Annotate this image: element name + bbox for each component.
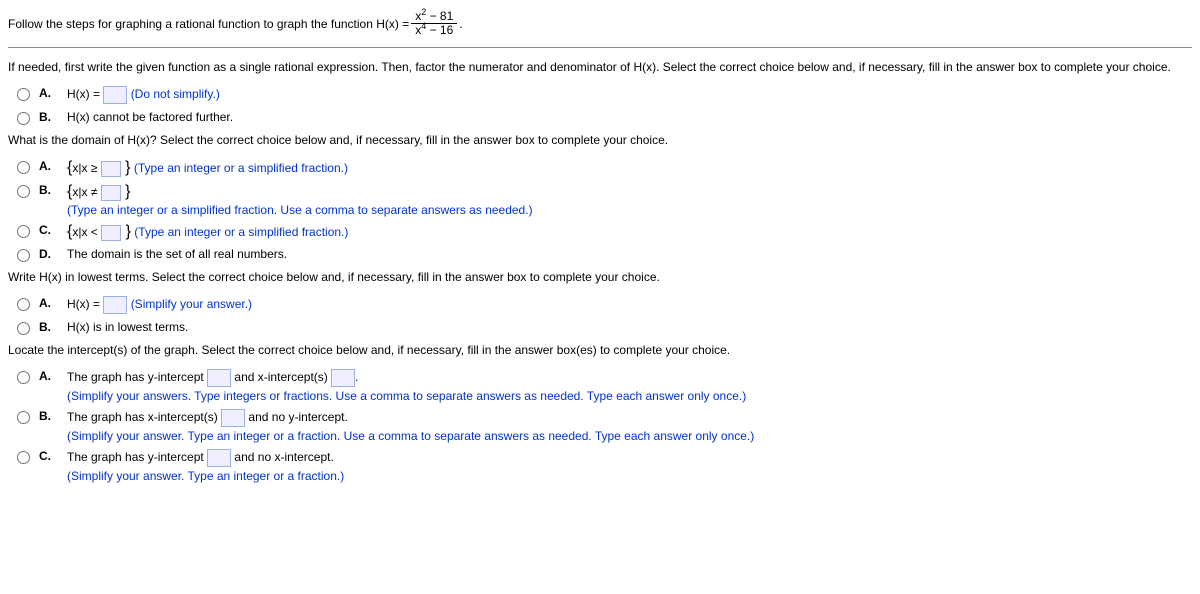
q2-option-a: A. {x|x ≥ } (Type an integer or a simpli… (12, 159, 1192, 177)
q2-option-c: C. {x|x < } (Type an integer or a simpli… (12, 223, 1192, 241)
q3-a-hint: (Simplify your answer.) (131, 298, 252, 312)
q4-option-b: B. The graph has x-intercept(s) and no y… (12, 409, 1192, 443)
q2-c-input[interactable] (101, 225, 121, 241)
q1-prompt: If needed, first write the given functio… (8, 60, 1192, 74)
question-4: Locate the intercept(s) of the graph. Se… (8, 343, 1192, 357)
q2-c-hint: (Type an integer or a simplified fractio… (134, 225, 348, 239)
q4-radio-b[interactable] (17, 411, 30, 424)
q3-a-input[interactable] (103, 296, 127, 314)
question-1: If needed, first write the given functio… (8, 60, 1192, 74)
q4-a-input-y[interactable] (207, 369, 231, 387)
question-3: Write H(x) in lowest terms. Select the c… (8, 270, 1192, 284)
q2-prompt: What is the domain of H(x)? Select the c… (8, 133, 1192, 147)
q4-c-hint: (Simplify your answer. Type an integer o… (67, 469, 1192, 483)
q4-prompt: Locate the intercept(s) of the graph. Se… (8, 343, 1192, 357)
q1-radio-b[interactable] (17, 112, 30, 125)
q2-radio-c[interactable] (17, 225, 30, 238)
q3-option-b: B. H(x) is in lowest terms. (12, 320, 1192, 335)
q1-option-b: B. H(x) cannot be factored further. (12, 110, 1192, 125)
question-2: What is the domain of H(x)? Select the c… (8, 133, 1192, 147)
q4-a-input-x[interactable] (331, 369, 355, 387)
divider (8, 47, 1192, 48)
q4-b-input-x[interactable] (221, 409, 245, 427)
q2-radio-d[interactable] (17, 249, 30, 262)
q2-radio-a[interactable] (17, 161, 30, 174)
q4-a-hint: (Simplify your answers. Type integers or… (67, 389, 1192, 403)
q2-b-input[interactable] (101, 185, 121, 201)
q2-a-input[interactable] (101, 161, 121, 177)
q2-option-d: D. The domain is the set of all real num… (12, 247, 1192, 262)
q4-option-a: A. The graph has y-intercept and x-inter… (12, 369, 1192, 403)
q1-a-hint: (Do not simplify.) (131, 88, 220, 102)
q4-radio-c[interactable] (17, 451, 30, 464)
q2-b-hint: (Type an integer or a simplified fractio… (67, 203, 1192, 217)
q3-prompt: Write H(x) in lowest terms. Select the c… (8, 270, 1192, 284)
q1-radio-a[interactable] (17, 88, 30, 101)
q1-option-a: A. H(x) = (Do not simplify.) (12, 86, 1192, 104)
q4-c-input-y[interactable] (207, 449, 231, 467)
intro-line: Follow the steps for graphing a rational… (8, 4, 1192, 43)
q2-a-hint: (Type an integer or a simplified fractio… (134, 161, 348, 175)
q2-radio-b[interactable] (17, 185, 30, 198)
q4-radio-a[interactable] (17, 371, 30, 384)
function-fraction: x2 − 81 x4 − 16 (411, 10, 457, 37)
q3-radio-a[interactable] (17, 298, 30, 311)
q4-option-c: C. The graph has y-intercept and no x-in… (12, 449, 1192, 483)
q3-option-a: A. H(x) = (Simplify your answer.) (12, 296, 1192, 314)
q1-a-input[interactable] (103, 86, 127, 104)
q3-radio-b[interactable] (17, 322, 30, 335)
intro-lead: Follow the steps for graphing a rational… (8, 17, 409, 31)
q2-option-b: B. {x|x ≠ } (Type an integer or a simpli… (12, 183, 1192, 217)
q4-b-hint: (Simplify your answer. Type an integer o… (67, 429, 1192, 443)
